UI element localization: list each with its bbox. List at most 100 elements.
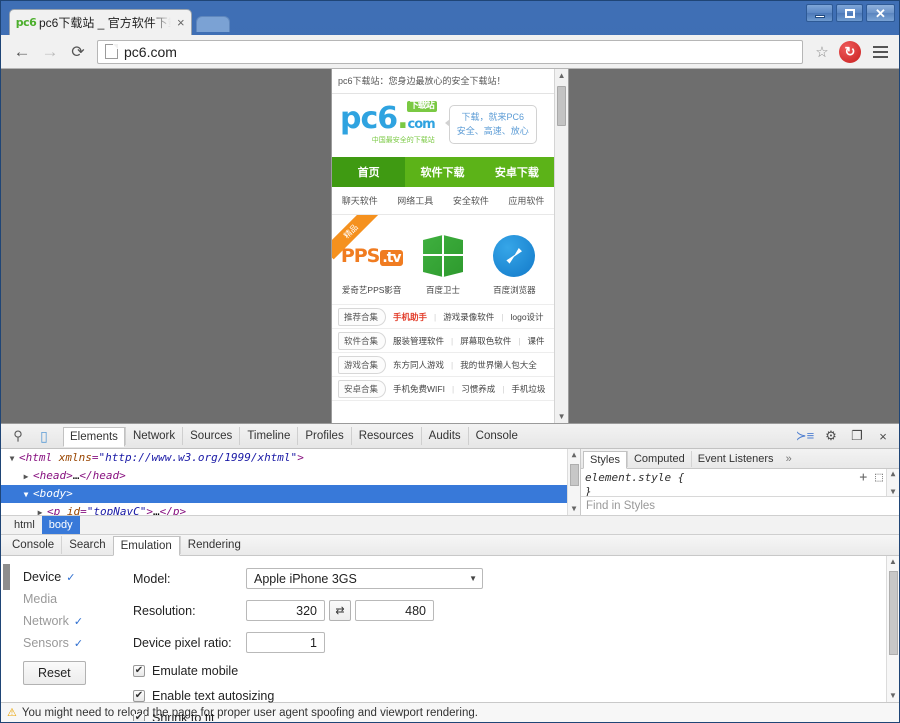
- scroll-down-icon[interactable]: ▼: [889, 690, 897, 702]
- tab-computed[interactable]: Computed: [626, 450, 691, 467]
- tag-category[interactable]: 安卓合集: [338, 379, 387, 398]
- styles-scrollbar[interactable]: ▲ ▼: [886, 469, 899, 496]
- nav-item-software[interactable]: 软件下载: [405, 157, 480, 187]
- tag-link[interactable]: 屏幕取色软件: [460, 335, 511, 347]
- browser-menu-button[interactable]: [869, 45, 891, 58]
- sidebar-item-device[interactable]: Device ✓: [1, 566, 119, 588]
- new-style-rule-icon[interactable]: +: [859, 470, 867, 485]
- twisty-icon[interactable]: ▼: [19, 487, 33, 502]
- sidebar-item-network[interactable]: Network ✓: [1, 610, 119, 632]
- twisty-icon[interactable]: ▼: [5, 451, 19, 466]
- tab-network[interactable]: Network: [124, 427, 182, 445]
- new-tab-button[interactable]: [195, 16, 230, 32]
- tab-console[interactable]: Console: [467, 427, 525, 445]
- scrollbar-thumb[interactable]: [570, 464, 579, 486]
- dom-node-p-topnavc[interactable]: ▶ <p id="topNavC">…</p>: [1, 503, 580, 515]
- scrollbar-thumb[interactable]: [889, 571, 898, 655]
- extension-icon[interactable]: ↻: [839, 40, 861, 63]
- close-devtools-icon[interactable]: ×: [871, 425, 895, 447]
- shrink-to-fit-checkbox[interactable]: ✔: [133, 714, 145, 721]
- search-icon[interactable]: ⚲: [5, 424, 31, 448]
- find-in-styles-input[interactable]: Find in Styles: [581, 496, 899, 515]
- app-card-baidu-guard[interactable]: 百度卫士: [410, 233, 476, 296]
- maximize-button[interactable]: [836, 4, 863, 22]
- tag-category[interactable]: 软件合集: [338, 331, 387, 350]
- breadcrumb-item-html[interactable]: html: [7, 516, 42, 534]
- resolution-width-input[interactable]: 320: [246, 600, 325, 621]
- device-model-select[interactable]: Apple iPhone 3GS ▼: [246, 568, 483, 589]
- dom-node-body[interactable]: ▼ <body>: [1, 485, 580, 503]
- drawer-tab-emulation[interactable]: Emulation: [112, 536, 180, 556]
- tab-event-listeners[interactable]: Event Listeners: [690, 450, 780, 467]
- tab-elements[interactable]: Elements: [63, 427, 125, 447]
- sidebar-item-sensors[interactable]: Sensors ✓: [1, 632, 119, 654]
- nav-item-android[interactable]: 安卓下载: [479, 157, 555, 187]
- tag-link[interactable]: 手机垃圾: [511, 383, 545, 395]
- emulation-scrollbar[interactable]: ▲ ▼: [886, 556, 899, 702]
- pc6-logo[interactable]: pc6.com 下载站 中国最安全的下载站: [340, 101, 437, 145]
- tag-link[interactable]: 服装管理软件: [393, 335, 444, 347]
- drawer-tab-rendering[interactable]: Rendering: [179, 536, 248, 554]
- tab-profiles[interactable]: Profiles: [297, 427, 350, 445]
- back-button[interactable]: ←: [9, 39, 35, 65]
- tab-styles[interactable]: Styles: [583, 450, 627, 469]
- tag-link[interactable]: 课件: [527, 335, 544, 347]
- scroll-down-icon[interactable]: ▼: [891, 487, 896, 496]
- scroll-up-icon[interactable]: ▲: [889, 556, 897, 568]
- settings-gear-icon[interactable]: ⚙: [819, 425, 843, 447]
- styles-more-icon[interactable]: »: [780, 453, 798, 465]
- page-scrollbar[interactable]: ▲ ▼: [554, 69, 568, 423]
- device-pixel-ratio-input[interactable]: 1: [246, 632, 325, 653]
- scroll-up-icon[interactable]: ▲: [558, 69, 566, 82]
- styles-rules[interactable]: element.style { } + ⬚ ▲ ▼: [581, 469, 899, 496]
- bookmark-star-icon[interactable]: ☆: [811, 43, 833, 61]
- tag-link[interactable]: 游戏录像软件: [443, 311, 494, 323]
- console-toggle-icon[interactable]: ≻≡: [793, 425, 817, 447]
- reset-button[interactable]: Reset: [23, 661, 86, 685]
- dock-position-icon[interactable]: ❐: [845, 425, 869, 447]
- text-autosizing-checkbox[interactable]: ✔: [133, 690, 145, 702]
- subnav-item-1[interactable]: 网络工具: [388, 187, 444, 214]
- forward-button[interactable]: →: [37, 39, 63, 65]
- scroll-up-icon[interactable]: ▲: [572, 449, 577, 461]
- scrollbar-track[interactable]: [568, 461, 580, 503]
- scroll-down-icon[interactable]: ▼: [558, 410, 566, 423]
- tab-sources[interactable]: Sources: [182, 427, 239, 445]
- drawer-tab-search[interactable]: Search: [61, 536, 112, 554]
- subnav-item-3[interactable]: 应用软件: [499, 187, 555, 214]
- scrollbar-thumb[interactable]: [557, 86, 567, 126]
- tag-link[interactable]: logo设计: [510, 311, 543, 323]
- tag-link[interactable]: 手机助手: [393, 311, 427, 323]
- scroll-up-icon[interactable]: ▲: [891, 469, 896, 478]
- address-bar[interactable]: pc6.com: [97, 39, 803, 64]
- tab-timeline[interactable]: Timeline: [239, 427, 297, 445]
- subnav-item-0[interactable]: 聊天软件: [332, 187, 388, 214]
- close-button[interactable]: ✕: [866, 4, 895, 22]
- browser-tab[interactable]: pc6 pc6下载站 _ 官方软件下载 ×: [9, 9, 192, 35]
- tag-category[interactable]: 游戏合集: [338, 355, 387, 374]
- scrollbar-track[interactable]: [555, 82, 568, 410]
- dom-tree-pane[interactable]: ▼ <html xmlns="http://www.w3.org/1999/xht…: [1, 449, 581, 515]
- minimize-button[interactable]: [806, 4, 833, 22]
- tab-close-icon[interactable]: ×: [177, 16, 185, 29]
- dom-scrollbar[interactable]: ▲ ▼: [567, 449, 580, 515]
- tag-link[interactable]: 习惯养成: [461, 383, 495, 395]
- nav-item-home[interactable]: 首页: [332, 157, 406, 187]
- emulate-mobile-checkbox[interactable]: ✔: [133, 665, 145, 677]
- tab-resources[interactable]: Resources: [350, 427, 421, 445]
- dom-node-head[interactable]: ▶ <head>…</head>: [1, 467, 580, 485]
- dom-node-html[interactable]: ▼ <html xmlns="http://www.w3.org/1999/xht…: [1, 449, 580, 467]
- twisty-icon[interactable]: ▶: [19, 469, 33, 484]
- sidebar-item-media[interactable]: Media: [1, 588, 119, 610]
- resolution-height-input[interactable]: 480: [355, 600, 434, 621]
- swap-dimensions-icon[interactable]: ⇄: [329, 600, 351, 621]
- reload-button[interactable]: ⟳: [65, 39, 91, 65]
- drag-handle[interactable]: [3, 564, 10, 590]
- tag-category[interactable]: 推荐合集: [338, 307, 387, 326]
- drawer-tab-console[interactable]: Console: [5, 536, 61, 554]
- scroll-down-icon[interactable]: ▼: [572, 503, 577, 515]
- tag-link[interactable]: 手机免费WIFI: [393, 383, 445, 395]
- twisty-icon[interactable]: ▶: [33, 505, 47, 515]
- device-mode-icon[interactable]: ▯: [31, 424, 57, 448]
- subnav-item-2[interactable]: 安全软件: [443, 187, 499, 214]
